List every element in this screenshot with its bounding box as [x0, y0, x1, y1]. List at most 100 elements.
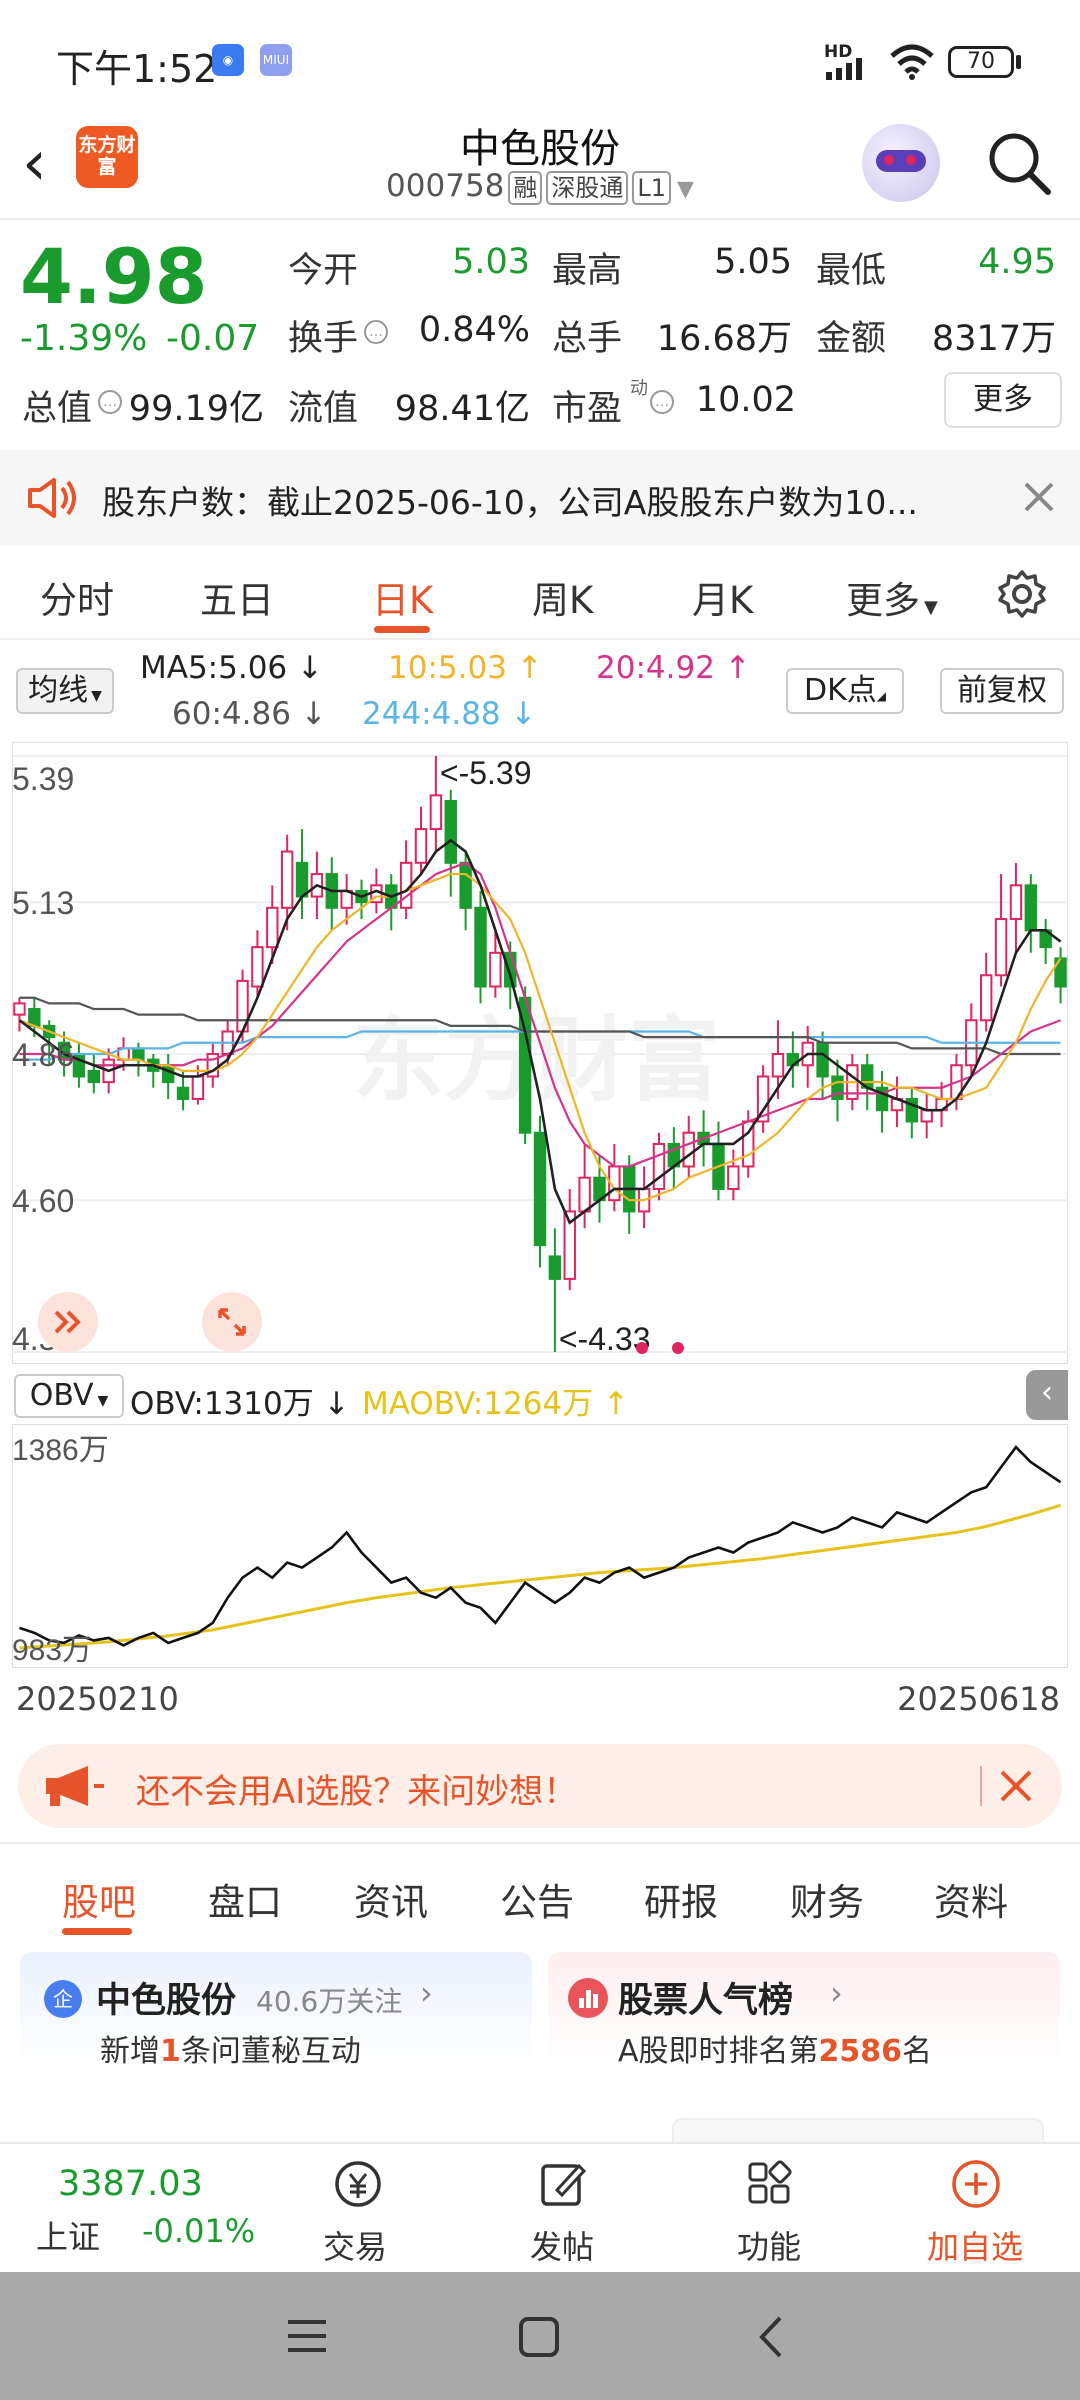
connect-tag: 深股通 [546, 171, 629, 205]
obv-legend: OBV ▼ OBV:1310万 ↓ MAOBV:1264万 ↑ ‹ [0, 1364, 1080, 1424]
add-watchlist-button[interactable]: 加自选 [900, 2144, 1050, 2274]
chevron-right-icon: › [830, 1974, 843, 2012]
mcap-value: 99.19亿 [128, 389, 264, 429]
margin-tag: 融 [508, 171, 543, 205]
tab-monthly-k[interactable]: 月K [692, 570, 753, 624]
obv-chart[interactable]: 1386万 983万 [12, 1424, 1068, 1668]
tab-profile[interactable]: 资料 [934, 1872, 1008, 1926]
kline-chart[interactable]: 东方财富 5.395.134.864.604.33 <-5.39 <-4.33 [12, 742, 1068, 1364]
maobv-label: MAOBV:1264万 [362, 1386, 594, 1422]
shareholder-notice[interactable]: 股东户数：截止2025-06-10，公司A股股东户数为10... [0, 450, 1080, 546]
low-value: 4.95 [978, 242, 1056, 282]
tab-five-day[interactable]: 五日 [200, 570, 274, 624]
indicator-label: OBV [29, 1378, 94, 1413]
volume-label: 总手 [552, 319, 623, 359]
close-icon[interactable] [1022, 480, 1056, 514]
dk-label: DK点 [803, 673, 877, 708]
search-icon[interactable] [984, 128, 1054, 198]
arrow-down-icon: ↓ [287, 650, 323, 686]
candle-body [504, 951, 517, 988]
back-icon[interactable] [756, 2314, 786, 2360]
high-value: 5.05 [714, 242, 792, 282]
volume-value: 16.68万 [656, 319, 792, 359]
signal-icon [826, 58, 862, 80]
candle-body [13, 1002, 26, 1016]
plus-circle-icon [952, 2160, 1000, 2208]
ma5-value: MA5:5.06 ↓ [140, 650, 323, 686]
menu-icon[interactable] [286, 2316, 328, 2356]
double-chevron-icon[interactable] [38, 1292, 98, 1352]
amount-value: 8317万 [931, 319, 1056, 359]
level-tag: L1 [632, 171, 672, 205]
ma10-label: 10:5.03 [388, 650, 507, 686]
candle-body [87, 1069, 101, 1084]
change-percent: -1.39% [20, 318, 148, 359]
tab-news[interactable]: 资讯 [354, 1872, 428, 1926]
candle-body [295, 861, 309, 898]
candle-body [994, 918, 1008, 977]
header: ‹ 东方财富 中色股份 000758 融深股通 L1 ▼ [0, 110, 1080, 220]
float-label: 流值 [288, 389, 359, 429]
system-navigation-bar [0, 2272, 1080, 2400]
amount-label: 金额 [816, 319, 887, 359]
signal-dot [672, 1342, 684, 1354]
megaphone-icon [46, 1766, 104, 1806]
candle-body [727, 1165, 740, 1190]
post-button[interactable]: 发帖 [487, 2144, 637, 2274]
high-label: 最高 [552, 251, 623, 291]
quote-panel: 4.98 -1.39% -0.07 今开 5.03 最高 5.05 最低 4.9… [0, 220, 1080, 450]
trade-button[interactable]: 交易 [280, 2144, 430, 2274]
popularity-card[interactable]: 股票人气榜 › A股即时排名第2586名 [548, 1952, 1060, 2069]
tab-daily-k[interactable]: 日K [372, 570, 433, 624]
candle-body [979, 974, 993, 1022]
index-change: -0.01% [142, 2212, 256, 2250]
open-label: 今开 [288, 251, 359, 291]
home-icon[interactable] [518, 2316, 560, 2358]
candle-body [414, 828, 428, 864]
tab-research[interactable]: 研报 [644, 1872, 718, 1926]
date-axis: 20250210 20250618 [0, 1676, 1080, 1726]
caret-down-icon: ▼ [97, 1393, 109, 1409]
gear-icon[interactable] [996, 568, 1048, 620]
tab-intraday[interactable]: 分时 [40, 570, 114, 624]
tab-orderbook[interactable]: 盘口 [208, 1872, 282, 1926]
info-icon[interactable]: … [98, 390, 122, 414]
last-price: 4.98 [20, 232, 208, 321]
open-value: 5.03 [452, 242, 530, 282]
candle-body [429, 794, 443, 831]
tab-forum[interactable]: 股吧 [62, 1872, 136, 1926]
robot-avatar-icon[interactable] [862, 124, 940, 202]
close-icon[interactable] [998, 1768, 1034, 1804]
tab-weekly-k[interactable]: 周K [532, 570, 593, 624]
ai-promo-bar[interactable]: 还不会用AI选股？来问妙想！ [18, 1744, 1062, 1828]
sub-num: 1 [160, 2034, 181, 2069]
index-ticker[interactable]: 3387.03 上证 -0.01% [0, 2144, 280, 2274]
info-icon[interactable]: … [650, 390, 674, 414]
follower-count: 40.6万关注 [256, 1985, 403, 2018]
functions-button[interactable]: 功能 [694, 2144, 844, 2274]
tab-more[interactable]: 更多 ▼ [846, 570, 938, 624]
tab-financials[interactable]: 财务 [790, 1872, 864, 1926]
info-icon[interactable]: … [364, 320, 388, 344]
pe-value: 10.02 [695, 380, 796, 420]
ranking-chart-icon [568, 1978, 608, 2018]
adjust-price-button[interactable]: 前复权 [940, 668, 1064, 714]
candle-body [191, 1075, 205, 1100]
more-button[interactable]: 更多 [944, 372, 1062, 428]
maobv-value: MAOBV:1264万 ↑ [362, 1378, 629, 1423]
indicator-selector[interactable]: OBV ▼ [14, 1374, 124, 1418]
candle-body [1024, 884, 1038, 932]
arrow-up-icon: ↑ [593, 1386, 629, 1422]
candle-body [489, 951, 502, 988]
tab-announcements[interactable]: 公告 [500, 1872, 574, 1926]
ma20-value: 20:4.92 ↑ [596, 650, 751, 686]
obv-tick-label: 1386万 [12, 1434, 109, 1467]
dk-point-button[interactable]: DK点◢ [786, 668, 904, 714]
collapse-panel-button[interactable]: ‹ [1026, 1370, 1068, 1420]
max-price-label: <-5.39 [440, 755, 532, 791]
float-value: 98.41亿 [394, 389, 530, 429]
expand-icon[interactable] [202, 1292, 262, 1352]
ma-selector[interactable]: 均线 ▼ [16, 668, 114, 714]
company-card[interactable]: 企 中色股份 40.6万关注 › 新增1条问董秘互动 [20, 1952, 532, 2069]
tab-underline [62, 1928, 132, 1935]
